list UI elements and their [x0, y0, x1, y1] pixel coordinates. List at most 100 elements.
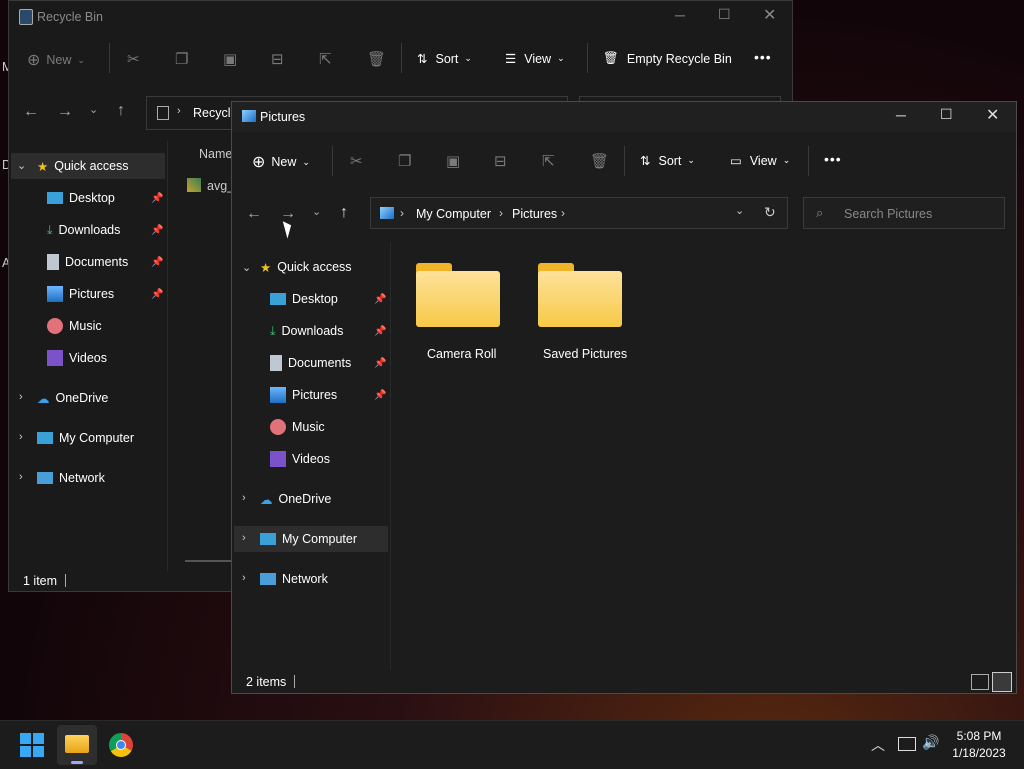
- pictures-window: Pictures ─ ☐ ✕ ⊕ New ⌄ ✂ ❐ ▣ ⊟ ⇱ 🗑 ⇅ Sort ⌄…: [231, 101, 1017, 694]
- search-box[interactable]: ⌕ Search Pictures: [803, 197, 1005, 229]
- chevron-down-icon[interactable]: ⌄: [242, 261, 251, 274]
- start-button[interactable]: [20, 733, 44, 757]
- pin-icon[interactable]: 📌: [374, 326, 386, 337]
- plus-circle-icon: ⊕: [252, 154, 266, 171]
- nav-item-videos[interactable]: Videos: [47, 344, 107, 372]
- share-icon[interactable]: ⇱: [319, 50, 332, 68]
- nav-item-music[interactable]: Music: [270, 413, 325, 441]
- nav-item-downloads[interactable]: ⤓ Downloads: [47, 216, 120, 244]
- maximize-button[interactable]: ☐: [718, 6, 731, 23]
- horizontal-scrollbar[interactable]: [185, 560, 235, 562]
- chevron-right-icon[interactable]: ›: [242, 572, 246, 584]
- forward-arrow-icon[interactable]: →: [57, 103, 73, 121]
- computer-icon: [260, 533, 276, 545]
- sort-icon: ⇅: [417, 52, 428, 66]
- empty-recycle-bin-button[interactable]: 🗑 Empty Recycle Bin: [603, 51, 732, 66]
- pin-icon[interactable]: 📌: [374, 390, 386, 401]
- nav-item-my-computer[interactable]: My Computer: [37, 424, 134, 452]
- back-arrow-icon[interactable]: ←: [23, 103, 39, 121]
- folder-item-saved-pictures[interactable]: Saved Pictures: [532, 257, 632, 367]
- nav-item-network[interactable]: Network: [260, 565, 328, 593]
- new-button[interactable]: ⊕ New ⌄: [252, 152, 310, 172]
- chevron-down-icon[interactable]: ⌄: [17, 159, 26, 172]
- refresh-icon[interactable]: ↻: [764, 204, 776, 221]
- recent-locations-chevron-icon[interactable]: ⌄: [312, 205, 321, 218]
- nav-item-documents[interactable]: Documents: [47, 248, 128, 276]
- pin-icon[interactable]: 📌: [374, 358, 386, 369]
- nav-label: Desktop: [69, 191, 115, 205]
- paste-icon[interactable]: ▣: [223, 50, 237, 68]
- up-arrow-icon[interactable]: ↑: [117, 102, 125, 120]
- pin-icon[interactable]: 📌: [151, 225, 163, 236]
- clock[interactable]: 5:08 PM 1/18/2023: [948, 729, 1010, 763]
- rename-icon[interactable]: ⊟: [271, 50, 284, 68]
- up-arrow-icon[interactable]: ↑: [340, 204, 348, 222]
- chevron-right-icon[interactable]: ›: [19, 431, 23, 443]
- pin-icon[interactable]: 📌: [151, 289, 163, 300]
- address-bar[interactable]: › My Computer › Pictures › ⌄ ↻: [370, 197, 788, 229]
- nav-item-downloads[interactable]: ⤓ Downloads: [270, 317, 343, 345]
- sort-button[interactable]: ⇅ Sort ⌄: [417, 51, 472, 67]
- folder-item-camera-roll[interactable]: Camera Roll: [410, 257, 510, 367]
- minimize-button[interactable]: ─: [896, 107, 906, 123]
- chevron-up-icon[interactable]: ︿: [871, 735, 885, 755]
- cut-icon[interactable]: ✂: [127, 50, 140, 68]
- network-status-icon[interactable]: [898, 737, 916, 751]
- new-button[interactable]: ⊕ New ⌄: [27, 50, 85, 70]
- view-button[interactable]: ☰ View ⌄: [505, 51, 565, 67]
- paste-icon[interactable]: ▣: [446, 152, 460, 170]
- column-header-name[interactable]: Name: [199, 147, 232, 161]
- search-input[interactable]: Search Pictures: [844, 207, 932, 221]
- chevron-right-icon[interactable]: ›: [242, 532, 246, 544]
- nav-item-music[interactable]: Music: [47, 312, 102, 340]
- pin-icon[interactable]: 📌: [151, 193, 163, 204]
- nav-item-quick-access[interactable]: ★ Quick access: [37, 152, 129, 180]
- breadcrumb-item-my-computer[interactable]: My Computer: [416, 207, 491, 221]
- pin-icon[interactable]: 📌: [374, 294, 386, 305]
- title-bar[interactable]: Recycle Bin ─ ☐ ✕: [9, 1, 792, 33]
- chevron-right-icon[interactable]: ›: [242, 492, 246, 504]
- address-history-chevron-icon[interactable]: ⌄: [735, 204, 744, 217]
- pin-icon[interactable]: 📌: [151, 257, 163, 268]
- rename-icon[interactable]: ⊟: [494, 152, 507, 170]
- breadcrumb-item-pictures[interactable]: Pictures: [512, 207, 557, 221]
- nav-label: Pictures: [69, 287, 115, 301]
- delete-icon[interactable]: 🗑: [367, 50, 386, 68]
- share-icon[interactable]: ⇱: [542, 152, 555, 170]
- recent-locations-chevron-icon[interactable]: ⌄: [89, 103, 98, 116]
- volume-icon[interactable]: 🔊: [922, 734, 939, 751]
- chevron-right-icon[interactable]: ›: [19, 471, 23, 483]
- nav-item-pictures[interactable]: Pictures: [270, 381, 337, 409]
- title-bar[interactable]: Pictures ─ ☐ ✕: [232, 102, 1016, 132]
- sort-button[interactable]: ⇅ Sort ⌄: [640, 153, 695, 169]
- details-view-icon[interactable]: [971, 674, 989, 690]
- more-options-button[interactable]: •••: [824, 151, 842, 167]
- nav-item-quick-access[interactable]: ★ Quick access: [260, 253, 352, 281]
- nav-item-onedrive[interactable]: ☁ OneDrive: [37, 384, 108, 412]
- view-button[interactable]: ▭ View ⌄: [730, 153, 790, 169]
- copy-icon[interactable]: ❐: [175, 50, 188, 68]
- close-button[interactable]: ✕: [763, 5, 776, 25]
- nav-item-onedrive[interactable]: ☁ OneDrive: [260, 485, 331, 513]
- close-button[interactable]: ✕: [986, 105, 999, 125]
- view-label: View: [749, 153, 777, 168]
- nav-item-desktop[interactable]: Desktop: [270, 285, 338, 313]
- nav-item-documents[interactable]: Documents: [270, 349, 351, 377]
- nav-item-network[interactable]: Network: [37, 464, 105, 492]
- nav-item-desktop[interactable]: Desktop: [47, 184, 115, 212]
- nav-item-my-computer[interactable]: My Computer: [260, 525, 357, 553]
- chrome-icon[interactable]: [109, 733, 133, 757]
- large-icons-view-icon[interactable]: [992, 672, 1012, 692]
- copy-icon[interactable]: ❐: [398, 152, 411, 170]
- nav-item-pictures[interactable]: Pictures: [47, 280, 114, 308]
- nav-item-videos[interactable]: Videos: [270, 445, 330, 473]
- clock-date: 1/18/2023: [952, 746, 1006, 760]
- delete-icon[interactable]: 🗑: [590, 152, 609, 170]
- cut-icon[interactable]: ✂: [350, 152, 363, 170]
- chevron-right-icon[interactable]: ›: [19, 391, 23, 403]
- maximize-button[interactable]: ☐: [940, 106, 953, 123]
- more-options-button[interactable]: •••: [754, 49, 772, 65]
- minimize-button[interactable]: ─: [675, 7, 685, 23]
- taskbar-file-explorer[interactable]: [57, 725, 97, 765]
- back-arrow-icon[interactable]: ←: [246, 205, 262, 223]
